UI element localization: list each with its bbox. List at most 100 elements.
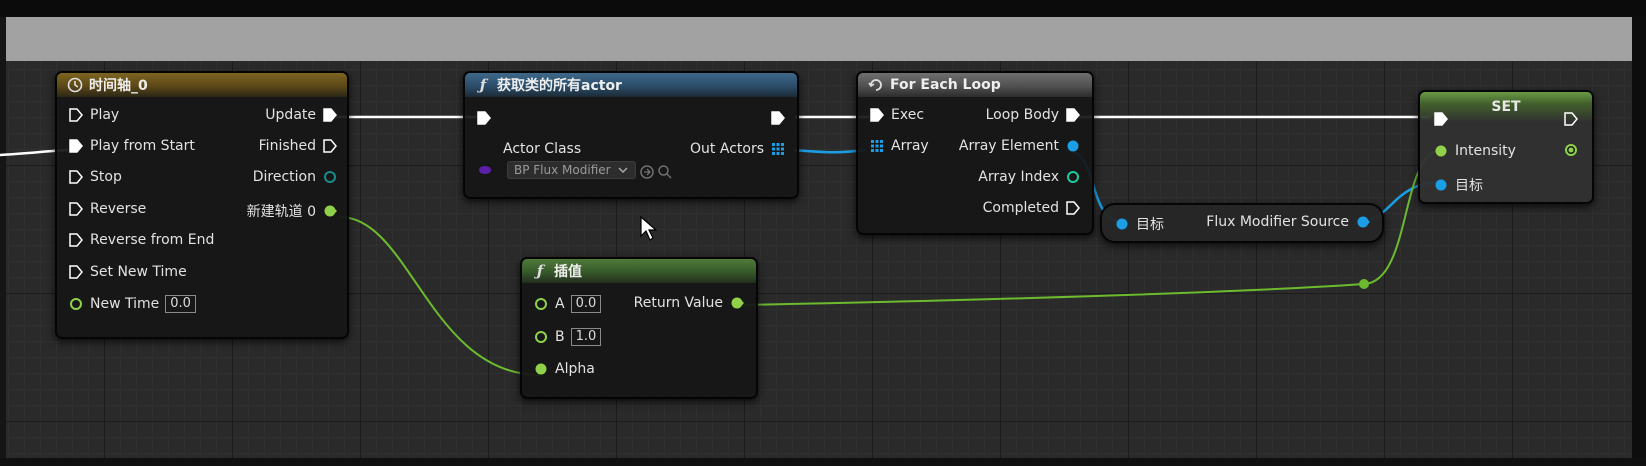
pin-reverse-from-end[interactable]: Reverse from End xyxy=(69,232,214,248)
lerp-title: 插值 xyxy=(554,264,582,280)
pin-out-actors[interactable]: Out Actors xyxy=(690,141,785,157)
pin-play-from-start[interactable]: Play from Start xyxy=(69,138,195,154)
data-pin-icon xyxy=(70,298,82,310)
clock-icon xyxy=(67,77,83,93)
pin-exec-out[interactable] xyxy=(764,111,785,125)
pin-direction[interactable]: Direction xyxy=(253,169,337,185)
pin-set-exec-in[interactable] xyxy=(1434,112,1455,126)
pin-exec[interactable]: Exec xyxy=(870,107,924,123)
pin-label: Array Index xyxy=(978,169,1059,185)
array-pin-icon xyxy=(871,140,883,152)
pin-array[interactable]: Array xyxy=(870,138,929,154)
class-pin-icon[interactable] xyxy=(478,163,492,177)
exec-pin-icon xyxy=(69,265,83,279)
use-selected-icon[interactable] xyxy=(639,164,655,180)
pin-label: Exec xyxy=(891,107,925,123)
reroute-dot[interactable] xyxy=(1359,279,1369,289)
data-pin-icon xyxy=(731,297,744,309)
pin-finished[interactable]: Finished xyxy=(259,138,337,154)
lerp-node[interactable]: ƒ 插值 A 0.0 B 1.0 Alpha Return Value xyxy=(520,257,758,399)
exec-pin-icon xyxy=(477,111,491,125)
pin-label: Return Value xyxy=(633,295,723,311)
pin-exec-in[interactable] xyxy=(477,111,498,125)
pin-label: Stop xyxy=(90,169,122,185)
pin-reverse[interactable]: Reverse xyxy=(69,201,146,217)
pin-array-element[interactable]: Array Element xyxy=(959,138,1080,154)
pin-new-track[interactable]: 新建轨道 0 xyxy=(247,201,337,221)
for-each-header: For Each Loop xyxy=(858,73,1092,97)
pin-label: Flux Modifier Source xyxy=(1206,214,1349,230)
pin-intensity-out[interactable] xyxy=(1557,143,1578,157)
browse-search-icon[interactable] xyxy=(657,164,673,180)
pin-label: Out Actors xyxy=(690,141,764,157)
pin-a[interactable]: A 0.0 xyxy=(534,295,602,313)
data-pin-icon xyxy=(324,171,336,183)
pin-label: B xyxy=(555,329,565,345)
new-time-value[interactable]: 0.0 xyxy=(165,295,196,313)
exec-pin-icon xyxy=(69,108,83,122)
pin-update[interactable]: Update xyxy=(265,107,337,123)
lerp-header: ƒ 插值 xyxy=(522,259,756,283)
pin-play[interactable]: Play xyxy=(69,107,119,123)
pin-label: Reverse from End xyxy=(90,232,215,248)
get-all-actors-node[interactable]: ƒ 获取类的所有actor Actor Class BP Flux Modifi… xyxy=(463,71,799,199)
set-node[interactable]: SET Intensity 目标 xyxy=(1418,90,1594,204)
pin-completed[interactable]: Completed xyxy=(983,200,1080,216)
pin-label: New Time xyxy=(90,296,160,312)
pin-stop[interactable]: Stop xyxy=(69,169,122,185)
for-each-title: For Each Loop xyxy=(890,77,1001,93)
pin-actor-class[interactable]: Actor Class xyxy=(503,141,581,157)
pin-label: Reverse xyxy=(90,201,147,217)
pin-b[interactable]: B 1.0 xyxy=(534,328,602,346)
get-all-actors-header: ƒ 获取类的所有actor xyxy=(465,73,797,97)
pin-set-target[interactable]: 目标 xyxy=(1434,175,1483,195)
data-pin-icon xyxy=(1357,216,1370,228)
float-wire-track-to-alpha xyxy=(339,216,541,376)
data-pin-icon xyxy=(1067,140,1079,152)
exec-pin-icon xyxy=(69,170,83,184)
function-icon: ƒ xyxy=(479,76,487,94)
pin-label: 目标 xyxy=(1455,178,1483,194)
chevron-down-icon xyxy=(618,167,628,174)
pin-label: Intensity xyxy=(1455,143,1516,159)
exec-pin-icon xyxy=(1066,108,1080,122)
timeline-title: 时间轴_0 xyxy=(89,78,148,94)
pin-array-index[interactable]: Array Index xyxy=(978,169,1080,185)
pin-label: Array xyxy=(891,138,929,154)
pin-intensity[interactable]: Intensity xyxy=(1434,143,1516,159)
exec-pin-icon xyxy=(323,139,337,153)
blueprint-editor: 时间轴_0 Play Play from Start Stop Reverse … xyxy=(0,0,1646,466)
a-value[interactable]: 0.0 xyxy=(570,295,602,313)
pin-target[interactable]: 目标 xyxy=(1115,214,1164,234)
timeline-node-header: 时间轴_0 xyxy=(57,73,347,97)
pin-return-value[interactable]: Return Value xyxy=(634,295,744,311)
set-title: SET xyxy=(1491,99,1521,115)
exec-pin-icon xyxy=(1434,112,1448,126)
data-pin-icon xyxy=(1435,179,1447,191)
pin-label: Play xyxy=(90,107,120,123)
pin-alpha[interactable]: Alpha xyxy=(534,361,595,377)
actor-class-dropdown[interactable]: BP Flux Modifier xyxy=(507,161,636,179)
function-icon: ƒ xyxy=(536,262,544,280)
pin-set-new-time[interactable]: Set New Time xyxy=(69,264,187,280)
timeline-node[interactable]: 时间轴_0 Play Play from Start Stop Reverse … xyxy=(55,71,349,339)
pin-label: Completed xyxy=(982,200,1059,216)
pin-label: Update xyxy=(265,107,316,123)
pin-flux-modifier-source[interactable]: Flux Modifier Source xyxy=(1206,214,1370,230)
data-pin-icon xyxy=(324,205,337,217)
mouse-cursor-icon xyxy=(640,216,658,241)
pin-loop-body[interactable]: Loop Body xyxy=(986,107,1080,123)
exec-pin-icon xyxy=(870,108,884,122)
exec-pin-icon xyxy=(323,108,337,122)
pin-label: Direction xyxy=(252,169,316,185)
pin-label: Actor Class xyxy=(503,141,582,157)
data-pin-icon xyxy=(1565,144,1577,156)
data-pin-icon xyxy=(1067,171,1079,183)
data-pin-icon xyxy=(535,331,547,343)
b-value[interactable]: 1.0 xyxy=(570,328,602,346)
for-each-loop-node[interactable]: For Each Loop Exec Array Loop Body Array… xyxy=(856,71,1094,235)
pin-new-time[interactable]: New Time 0.0 xyxy=(69,295,196,313)
loop-icon xyxy=(868,77,884,93)
get-flux-modifier-source-node[interactable]: 目标 Flux Modifier Source xyxy=(1100,203,1384,243)
pin-set-exec-out[interactable] xyxy=(1557,112,1578,126)
